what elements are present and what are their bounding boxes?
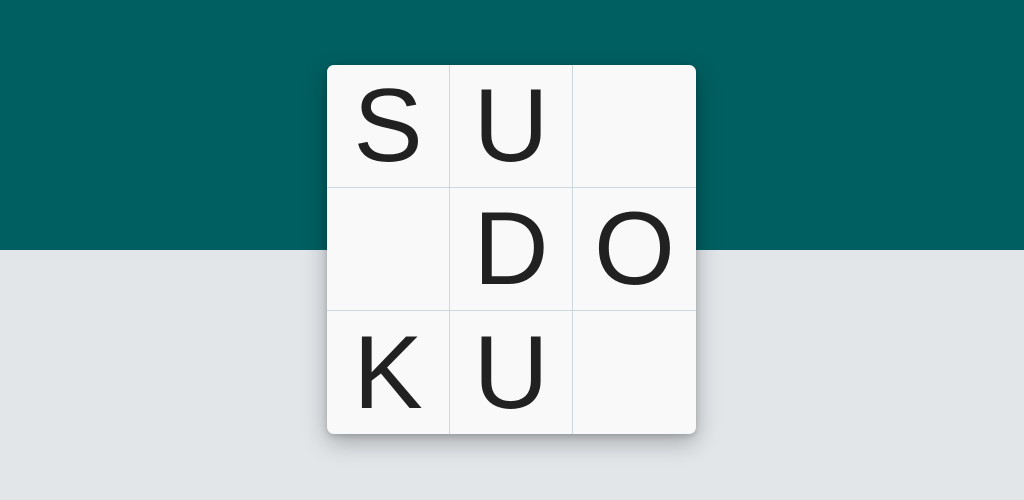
board-cell[interactable] (327, 188, 450, 311)
board-cell[interactable]: S (327, 65, 450, 188)
board-cell[interactable]: D (450, 188, 573, 311)
board-cell[interactable]: U (450, 65, 573, 188)
board-cell[interactable] (573, 65, 696, 188)
board-cell[interactable] (573, 311, 696, 434)
board-cell[interactable]: O (573, 188, 696, 311)
board-cell[interactable]: U (450, 311, 573, 434)
board-cell[interactable]: K (327, 311, 450, 434)
sudoku-board: S U D O K U (327, 65, 696, 434)
